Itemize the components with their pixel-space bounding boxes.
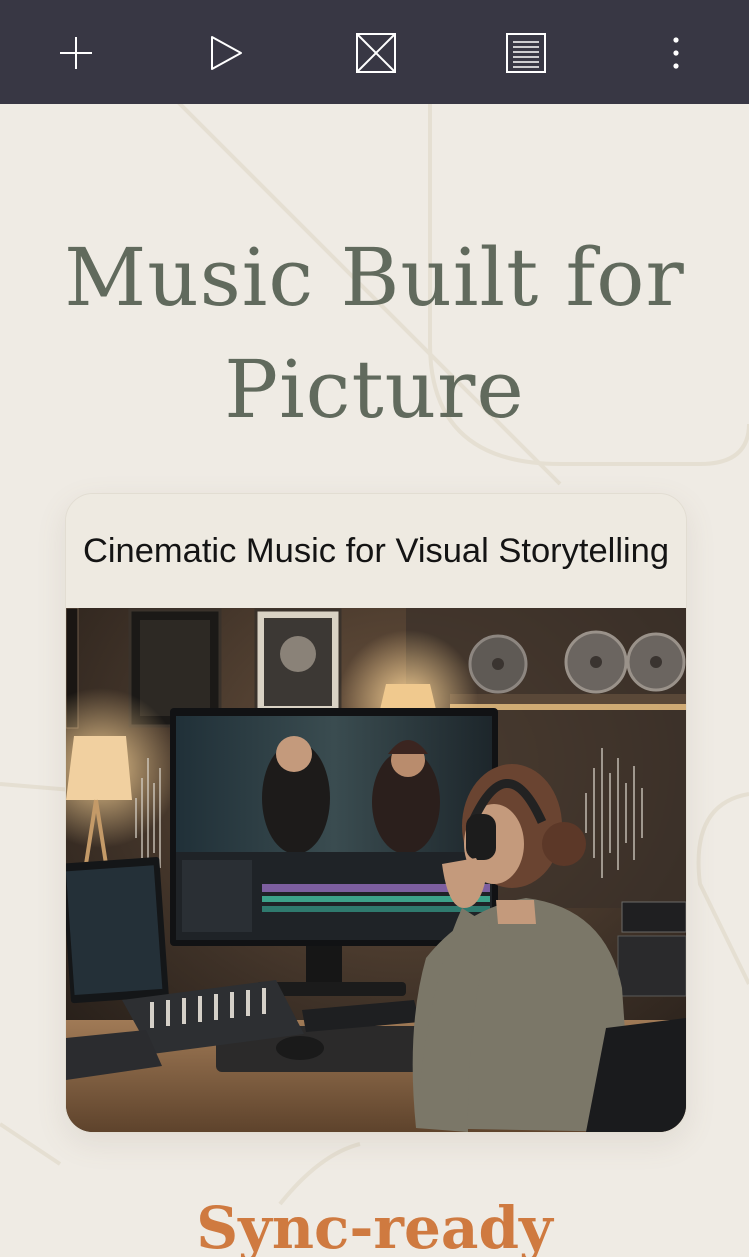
more-options-button[interactable] (650, 27, 702, 79)
card-caption: Cinematic Music for Visual Storytelling (66, 494, 686, 608)
image-placeholder-button[interactable] (350, 27, 402, 79)
top-toolbar (0, 0, 749, 104)
feature-card[interactable]: Cinematic Music for Visual Storytelling (65, 493, 687, 1133)
more-vertical-icon (673, 37, 679, 69)
page-content: Music Built for Picture Cinematic Music … (0, 104, 749, 1257)
text-block-button[interactable] (500, 27, 552, 79)
studio-editor-scene-image (66, 608, 686, 1132)
add-button[interactable] (50, 27, 102, 79)
image-box-icon (356, 33, 396, 73)
section-heading: Sync-ready (196, 1194, 553, 1257)
lines-icon (506, 33, 546, 73)
play-icon (211, 36, 242, 70)
plus-icon (60, 37, 92, 69)
play-button[interactable] (200, 27, 252, 79)
hero-title: Music Built for Picture (64, 231, 685, 436)
